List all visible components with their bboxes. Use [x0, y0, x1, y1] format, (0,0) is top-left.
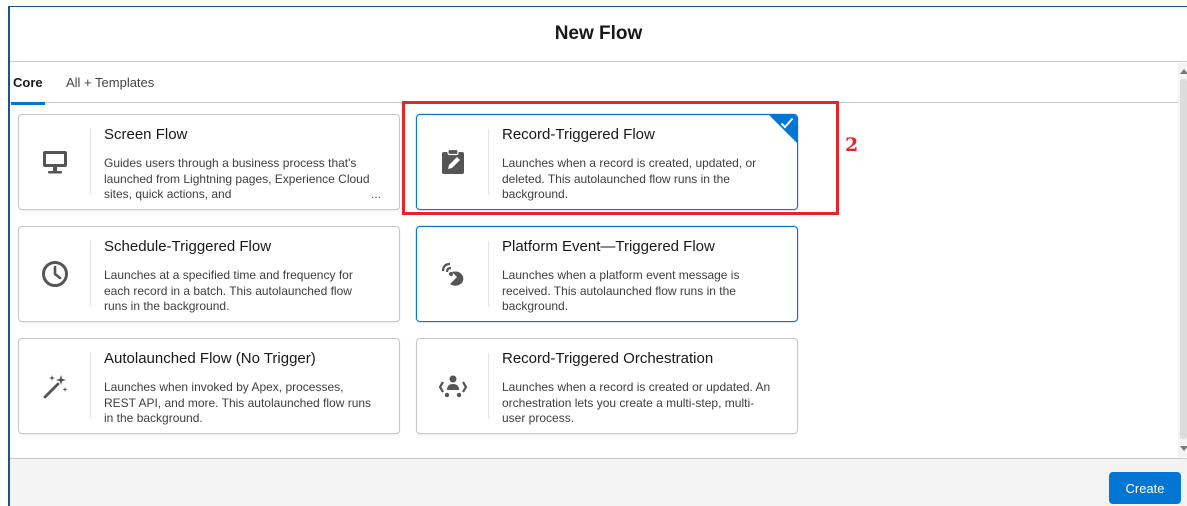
orchestration-icon	[438, 375, 467, 398]
card-description: Launches at a specified time and frequen…	[104, 268, 353, 313]
scroll-up-arrow-icon[interactable]	[1180, 69, 1187, 74]
create-button[interactable]: Create	[1109, 472, 1181, 504]
annotation-highlight-box	[402, 101, 839, 215]
card-platform-event-triggered-flow[interactable]: Platform Event—Triggered Flow Launches w…	[416, 226, 798, 322]
card-icon-container	[19, 353, 91, 419]
card-title: Screen Flow	[104, 126, 188, 143]
new-flow-modal: New Flow Core All + Templates Screen Flo…	[8, 6, 1187, 506]
card-autolaunched-flow[interactable]: Autolaunched Flow (No Trigger) Launches …	[18, 338, 400, 434]
card-title: Platform Event—Triggered Flow	[502, 238, 715, 255]
card-record-triggered-orchestration[interactable]: Record-Triggered Orchestration Launches …	[416, 338, 798, 434]
card-schedule-triggered-flow[interactable]: Schedule-Triggered Flow Launches at a sp…	[18, 226, 400, 322]
card-screen-flow[interactable]: Screen Flow Guides users through a busin…	[18, 114, 400, 210]
card-description: Launches when invoked by Apex, processes…	[104, 380, 372, 425]
card-title: Schedule-Triggered Flow	[104, 238, 272, 255]
card-icon-container	[417, 241, 489, 307]
modal-header: New Flow	[10, 7, 1187, 62]
tab-core[interactable]: Core	[11, 75, 45, 105]
tab-bar: Core All + Templates	[10, 63, 1178, 105]
scroll-thumb[interactable]	[1180, 79, 1187, 439]
card-icon-container	[417, 353, 489, 419]
card-description: Launches when a platform event message i…	[502, 268, 740, 313]
annotation-number: 2	[845, 134, 859, 156]
scroll-down-arrow-icon[interactable]	[1180, 446, 1187, 451]
card-icon-container	[19, 241, 91, 307]
card-description: Guides users through a business process …	[104, 156, 370, 201]
magic-wand-icon	[43, 375, 67, 399]
clock-icon	[41, 261, 68, 287]
desktop-icon	[42, 151, 67, 174]
tab-all-templates[interactable]: All + Templates	[66, 75, 154, 90]
card-icon-container	[19, 129, 91, 195]
card-title: Autolaunched Flow (No Trigger)	[104, 350, 316, 367]
card-description: Launches when a record is created or upd…	[502, 380, 771, 425]
modal-footer: Create	[10, 458, 1187, 506]
card-title: Record-Triggered Orchestration	[502, 350, 714, 367]
more-indicator: ...	[371, 187, 382, 201]
vertical-scrollbar[interactable]	[1178, 63, 1187, 457]
broadcast-icon	[441, 262, 463, 286]
modal-title: New Flow	[554, 23, 643, 44]
